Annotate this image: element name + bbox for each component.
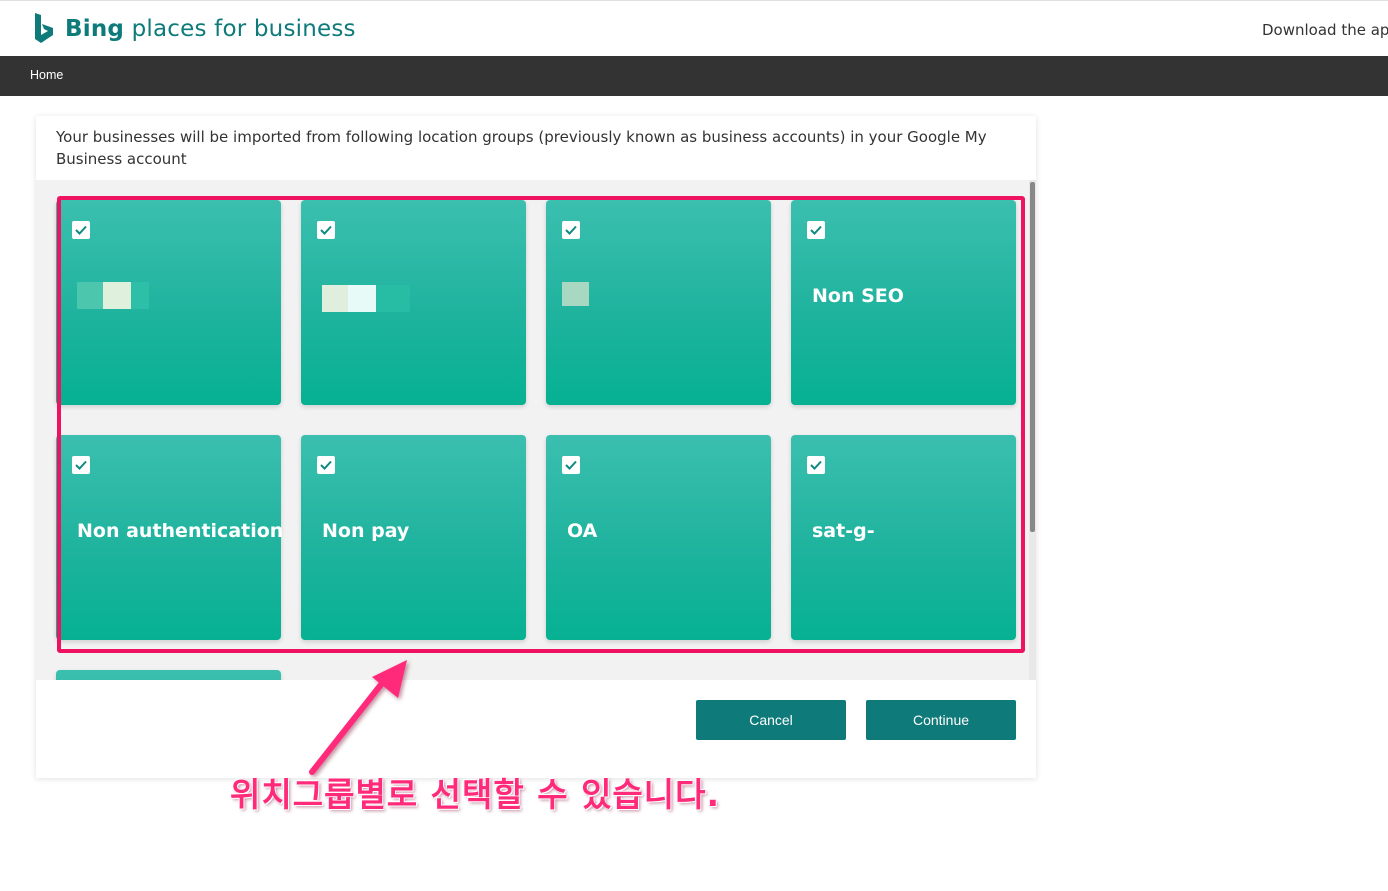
top-header: Bing places for business Download the ap… [0, 0, 1388, 56]
continue-button[interactable]: Continue [866, 700, 1016, 740]
bing-places-logo[interactable]: Bing places for business [33, 13, 356, 45]
import-description: Your businesses will be imported from fo… [56, 128, 987, 168]
annotation-caption: 위치그룹별로 선택할 수 있습니다. [230, 775, 721, 814]
nav-bar: Home [0, 56, 1388, 96]
download-app-link[interactable]: Download the app [1262, 21, 1388, 39]
nav-home-link[interactable]: Home [30, 68, 63, 82]
scrollbar-thumb[interactable] [1030, 182, 1035, 532]
bing-logo-icon [35, 13, 53, 43]
cancel-button[interactable]: Cancel [696, 700, 846, 740]
location-group-card[interactable] [56, 670, 281, 680]
action-bar: Cancel Continue [36, 680, 1036, 778]
brand-tagline: places for business [124, 16, 356, 42]
annotation-highlight-box [57, 196, 1025, 653]
brand-name: Bing [65, 16, 125, 42]
